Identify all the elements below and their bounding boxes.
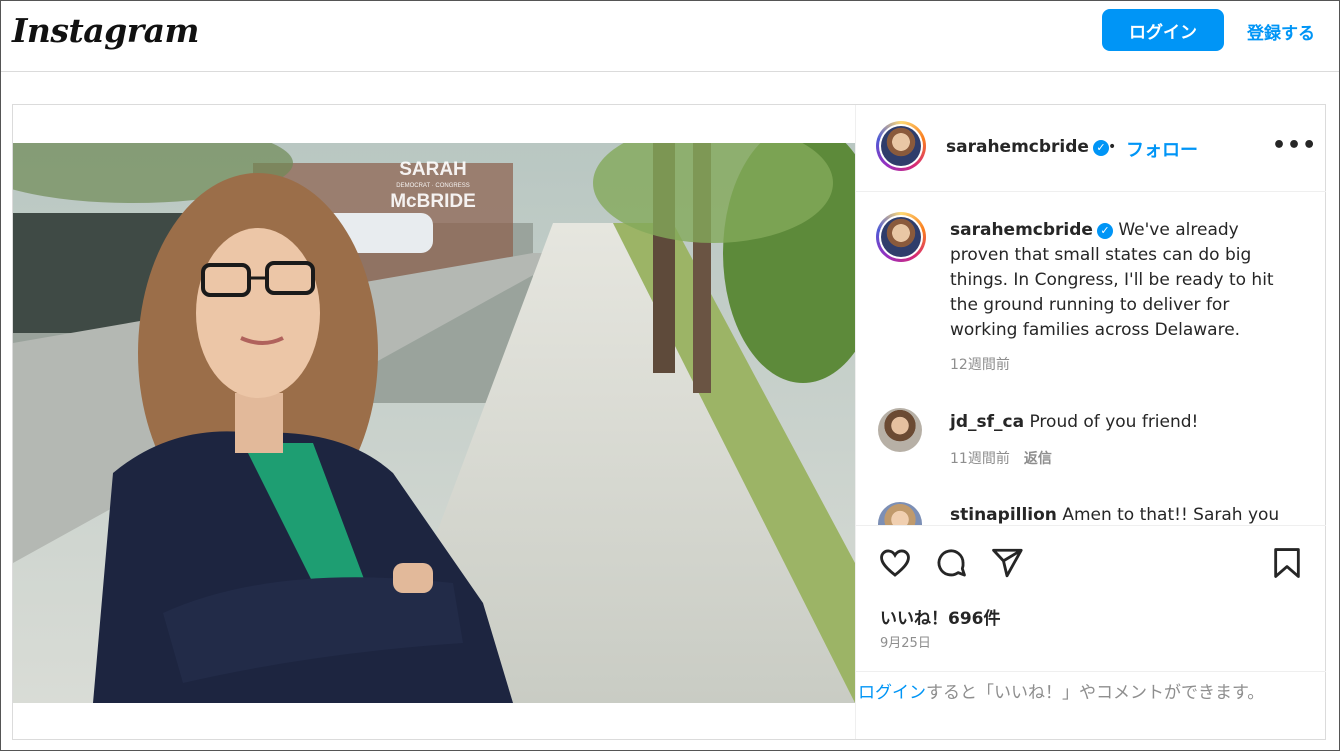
reply-button[interactable]: 返信 <box>1024 451 1052 467</box>
header-separator: • <box>1108 139 1117 155</box>
campaign-logo: SARAH DEMOCRAT · CONGRESS McBRIDE <box>383 159 483 213</box>
top-bar: Instagram ログイン 登録する <box>1 1 1339 72</box>
post-caption: sarahemcbride ✓ We've already proven that… <box>950 218 1300 343</box>
post-actions: いいね！696件 9月25日 <box>856 525 1326 666</box>
author-avatar-image <box>881 126 921 166</box>
heart-icon[interactable] <box>878 546 912 580</box>
verified-badge-icon: ✓ <box>1092 140 1109 156</box>
author-username-text: sarahemcbride <box>946 137 1089 157</box>
instagram-logo[interactable]: Instagram <box>12 11 199 50</box>
post-sidebar: sarahemcbride ✓ • フォロー ••• sarahemcbride ✓… <box>855 105 1326 739</box>
post-date[interactable]: 9月25日 <box>880 632 931 651</box>
post-header: sarahemcbride ✓ • フォロー ••• <box>856 105 1326 192</box>
verified-badge-icon: ✓ <box>1096 223 1113 239</box>
login-prompt-link[interactable]: ログイン <box>858 683 926 703</box>
author-username[interactable]: sarahemcbride ✓ <box>946 137 1109 157</box>
caption-avatar[interactable] <box>876 212 926 262</box>
comment-avatar[interactable] <box>878 502 922 525</box>
comment-username[interactable]: jd_sf_ca <box>950 412 1024 432</box>
comment-icon[interactable] <box>934 546 968 580</box>
signup-link[interactable]: 登録する <box>1247 19 1315 44</box>
login-button[interactable]: ログイン <box>1102 9 1224 51</box>
post-card: SARAH DEMOCRAT · CONGRESS McBRIDE sarahe… <box>12 104 1326 740</box>
comment-item: stinapillion Amen to that!! Sarah you <box>950 505 1279 525</box>
caption-time[interactable]: 12週間前 <box>950 354 1010 374</box>
comment-item: jd_sf_ca Proud of you friend! <box>950 412 1198 432</box>
more-options-icon[interactable]: ••• <box>1272 133 1317 158</box>
comment-text: Amen to that!! Sarah you <box>1062 505 1280 525</box>
post-photo[interactable]: SARAH DEMOCRAT · CONGRESS McBRIDE <box>13 143 855 703</box>
campaign-logo-line1: SARAH <box>399 159 467 180</box>
comment-username[interactable]: stinapillion <box>950 505 1057 525</box>
campaign-logo-line3: McBRIDE <box>390 191 476 212</box>
comment-text: Proud of you friend! <box>1029 412 1199 432</box>
follow-button[interactable]: フォロー <box>1126 136 1198 162</box>
post-photo-image <box>13 143 855 703</box>
caption-username[interactable]: sarahemcbride <box>950 220 1093 240</box>
author-avatar[interactable] <box>876 121 926 171</box>
likes-count[interactable]: いいね！696件 <box>880 604 1001 629</box>
comment-avatar[interactable] <box>878 408 922 452</box>
login-prompt-text: すると「いいね！」やコメントができます。 <box>926 683 1265 703</box>
campaign-logo-line2: DEMOCRAT · CONGRESS <box>396 183 470 189</box>
comment-meta: 11週間前 返信 <box>950 448 1052 468</box>
comments-list[interactable]: sarahemcbride ✓ We've already proven that… <box>856 192 1326 525</box>
comment-time[interactable]: 11週間前 <box>950 451 1010 467</box>
share-icon[interactable] <box>990 546 1024 580</box>
bookmark-icon[interactable] <box>1270 546 1304 580</box>
login-prompt: ログインすると「いいね！」やコメントができます。 <box>856 671 1326 739</box>
